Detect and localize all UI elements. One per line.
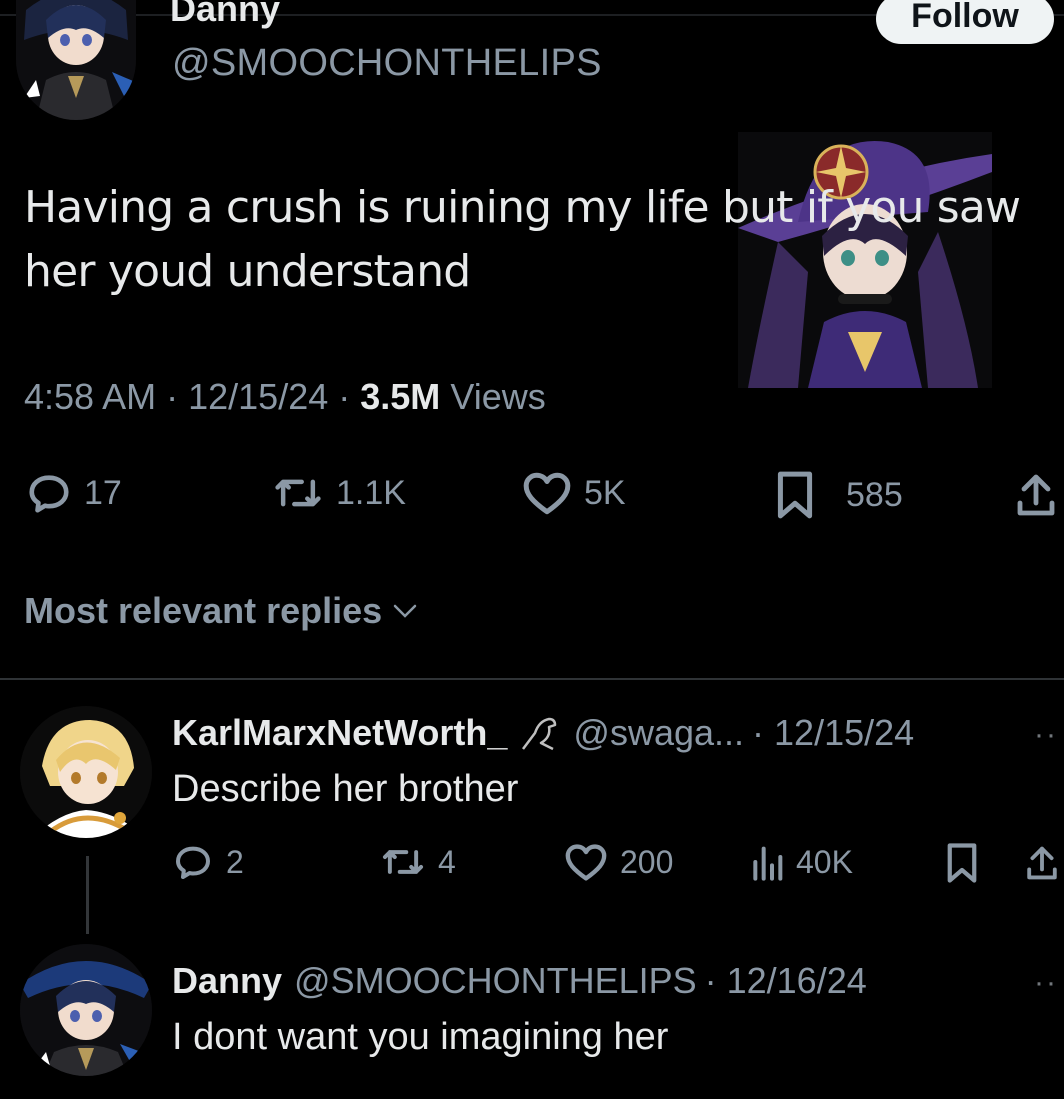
bookmark-action[interactable] xyxy=(944,842,980,884)
replies-sort-label: Most relevant replies xyxy=(24,590,383,631)
reply-author-name[interactable]: KarlMarxNetWorth_ xyxy=(172,712,507,754)
heart-icon xyxy=(565,844,607,881)
meta-separator: · xyxy=(338,376,361,417)
bookmark-count: 585 xyxy=(846,475,903,514)
views-label: Views xyxy=(450,376,546,417)
bird-emoji-icon xyxy=(522,717,557,751)
avatar[interactable] xyxy=(16,0,136,120)
reply-icon xyxy=(176,846,210,879)
bookmark-icon xyxy=(947,843,977,883)
share-action[interactable] xyxy=(1026,842,1058,884)
views-count: 3.5M xyxy=(360,376,441,417)
share-icon xyxy=(1027,846,1057,880)
follow-button[interactable]: Follow xyxy=(876,0,1054,44)
meta-separator: · xyxy=(166,376,189,417)
avatar-character-image xyxy=(20,706,152,838)
reply-date: · 12/16/24 xyxy=(704,960,867,1001)
retweet-icon xyxy=(382,850,424,874)
reply-text: I dont want you imagining her xyxy=(172,1016,669,1058)
reply-author-handle[interactable]: @swaga... xyxy=(573,712,744,754)
reply-icon xyxy=(29,475,69,513)
replies-sort-dropdown[interactable]: Most relevant replies xyxy=(24,590,418,632)
like-count: 5K xyxy=(584,473,626,512)
like-count: 200 xyxy=(620,843,674,880)
like-action[interactable]: 5K xyxy=(522,470,626,516)
tweet-time[interactable]: 4:58 AM xyxy=(24,376,156,417)
analytics-icon xyxy=(753,846,783,881)
avatar[interactable] xyxy=(20,706,152,838)
heart-icon xyxy=(523,472,571,515)
reply-count: 2 xyxy=(226,843,244,880)
author-display-name[interactable]: Danny xyxy=(170,0,280,30)
reply-header: KarlMarxNetWorth_ @swaga... · 12/15/24 xyxy=(172,712,914,754)
retweet-action[interactable]: 1.1K xyxy=(272,470,406,516)
tweet-date[interactable]: 12/15/24 xyxy=(188,376,328,417)
author-handle[interactable]: @SMOOCHONTHELIPS xyxy=(172,42,602,85)
avatar-character-image xyxy=(20,944,152,1076)
reply-text: Describe her brother xyxy=(172,768,519,810)
avatar[interactable] xyxy=(20,944,152,1076)
reply-header: Danny @SMOOCHONTHELIPS · 12/16/24 xyxy=(172,960,867,1002)
reply-action[interactable]: 17 xyxy=(26,470,122,516)
bookmark-icon xyxy=(777,471,813,519)
share-action[interactable] xyxy=(1016,470,1056,520)
more-options-icon[interactable]: ·· xyxy=(1034,966,1058,1000)
avatar-character-image xyxy=(16,0,136,120)
reply-author-handle[interactable]: @SMOOCHONTHELIPS xyxy=(294,960,697,1002)
tweet-text-line-2: her youd understand xyxy=(24,246,471,297)
section-divider xyxy=(0,678,1064,680)
tweet-text-line-1: Having a crush is ruining my life but if… xyxy=(24,182,1021,233)
bookmark-action[interactable]: 585 xyxy=(772,470,903,520)
reply-date: · 12/15/24 xyxy=(752,712,915,753)
views-action[interactable]: 40K xyxy=(750,842,853,882)
reply-count: 17 xyxy=(84,473,122,512)
thread-connector-line xyxy=(86,856,89,934)
retweet-icon xyxy=(275,479,321,507)
more-options-icon[interactable]: ·· xyxy=(1034,718,1058,752)
chevron-down-icon xyxy=(393,604,417,618)
retweet-count: 4 xyxy=(438,843,456,880)
tweet-text: Having a crush is ruining my life but if… xyxy=(24,176,1024,304)
reply-action[interactable]: 2 xyxy=(172,842,244,882)
tweet-meta: 4:58 AM · 12/15/24 · 3.5M Views xyxy=(24,376,546,418)
views-count: 40K xyxy=(796,843,853,880)
share-icon xyxy=(1017,474,1055,516)
like-action[interactable]: 200 xyxy=(564,842,673,882)
retweet-count: 1.1K xyxy=(336,473,406,512)
reply-author-name[interactable]: Danny xyxy=(172,960,282,1002)
retweet-action[interactable]: 4 xyxy=(380,842,456,882)
